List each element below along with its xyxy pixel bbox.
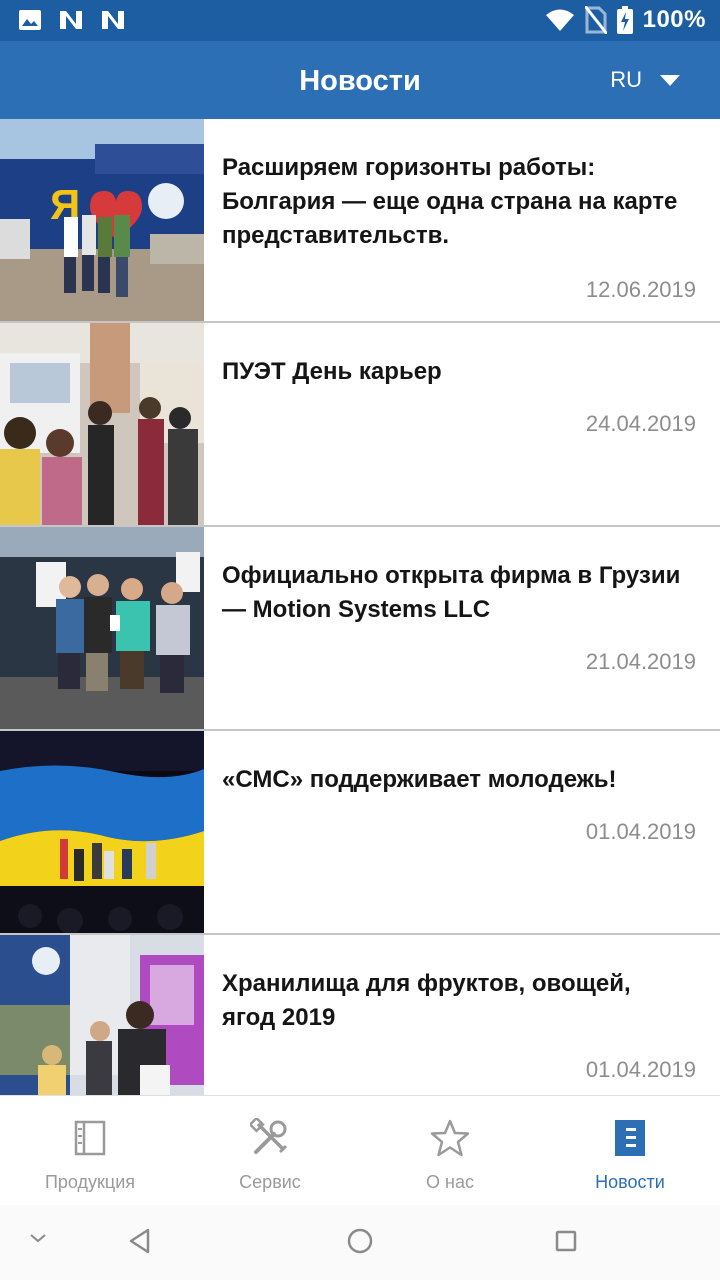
tools-icon xyxy=(250,1118,288,1154)
nav-label: О нас xyxy=(426,1172,474,1192)
news-title: Расширяем горизонты работы: Болгария — е… xyxy=(222,154,678,249)
news-title: Официально открыта фирма в Грузии — Moti… xyxy=(222,562,681,623)
news-item[interactable]: Я Расширяем горизонты работы: Болгария —… xyxy=(0,119,720,323)
news-icon xyxy=(615,1120,645,1156)
app-notification-icon xyxy=(60,11,82,29)
news-item[interactable]: Хранилища для фруктов, овощей, ягод 2019… xyxy=(0,935,720,1095)
battery-charging-icon xyxy=(616,6,633,34)
news-title: Хранилища для фруктов, овощей, ягод 2019 xyxy=(222,970,631,1031)
back-icon[interactable] xyxy=(126,1227,154,1255)
nav-label: Сервис xyxy=(239,1172,301,1192)
recents-icon[interactable] xyxy=(554,1229,578,1253)
news-title: «СМС» поддерживает молодежь! xyxy=(222,766,617,793)
news-item[interactable]: Официально открыта фирма в Грузии — Moti… xyxy=(0,527,720,731)
collapse-chevron-icon[interactable] xyxy=(28,1231,48,1245)
no-sim-icon xyxy=(584,6,607,34)
nav-label: Продукция xyxy=(44,1172,136,1192)
nav-item-about[interactable]: О нас xyxy=(360,1096,540,1206)
wifi-icon xyxy=(545,9,574,31)
news-title: ПУЭТ День карьер xyxy=(222,358,442,385)
catalog-icon xyxy=(74,1120,106,1156)
bottom-navigation: Продукция Сервис О нас Новости xyxy=(0,1095,720,1206)
news-photo xyxy=(0,935,204,1095)
news-date: 21.04.2019 xyxy=(585,649,696,674)
system-navigation-bar xyxy=(0,1205,720,1280)
news-item[interactable]: «СМС» поддерживает молодежь! 01.04.2019 xyxy=(0,731,720,935)
news-item[interactable]: ПУЭТ День карьер 24.04.2019 xyxy=(0,323,720,527)
nav-item-products[interactable]: Продукция xyxy=(0,1096,180,1206)
dropdown-caret-icon xyxy=(660,74,680,86)
nav-item-service[interactable]: Сервис xyxy=(180,1096,360,1206)
nav-item-news[interactable]: Новости xyxy=(540,1096,720,1206)
status-bar: 100% xyxy=(0,0,720,41)
news-date: 12.06.2019 xyxy=(585,277,696,302)
home-icon[interactable] xyxy=(346,1227,374,1255)
news-photo xyxy=(0,731,204,933)
app-bar: Новости RU xyxy=(0,41,720,119)
news-photo xyxy=(0,527,204,729)
news-date: 24.04.2019 xyxy=(585,411,696,436)
language-selector[interactable]: RU xyxy=(610,41,680,119)
app-notification-icon xyxy=(102,11,124,29)
news-date: 01.04.2019 xyxy=(585,1057,696,1082)
news-photo xyxy=(0,323,204,525)
language-label: RU xyxy=(610,67,642,92)
news-list: Я Расширяем горизонты работы: Болгария —… xyxy=(0,119,720,1095)
news-photo: Я xyxy=(0,119,204,321)
news-date: 01.04.2019 xyxy=(585,819,696,844)
nav-label: Новости xyxy=(595,1172,665,1192)
battery-percent: 100% xyxy=(642,6,706,33)
star-icon xyxy=(430,1119,470,1157)
gallery-notification-icon xyxy=(19,10,41,30)
